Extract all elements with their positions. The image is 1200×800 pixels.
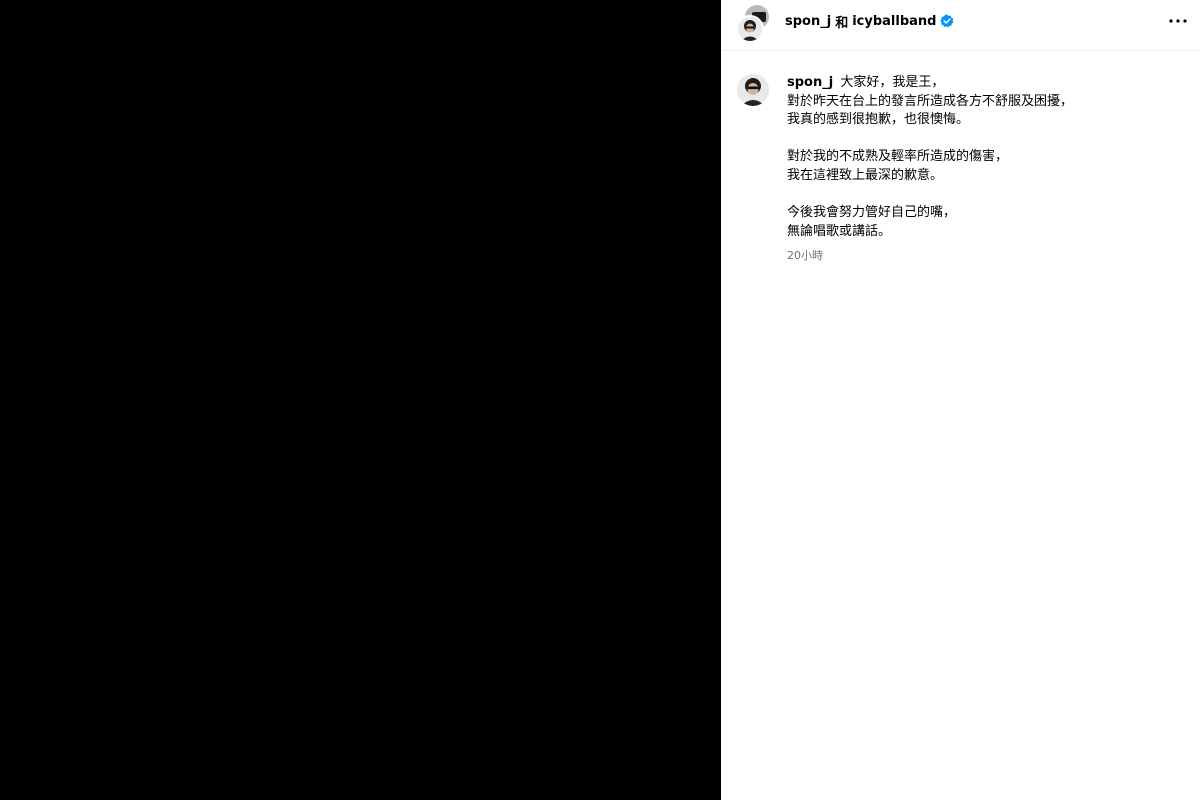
caption-author-username-link[interactable]: spon_j bbox=[787, 75, 833, 90]
caption-line: 無論唱歌或講話。 bbox=[787, 223, 892, 239]
post-media[interactable] bbox=[0, 0, 721, 800]
collaborator-avatars[interactable] bbox=[736, 5, 770, 43]
caption-author-avatar[interactable] bbox=[737, 74, 769, 106]
person-icon bbox=[737, 74, 769, 106]
caption-line: 我在這裡致上最深的歉意。 bbox=[787, 167, 944, 183]
caption-paragraph: 對於我的不成熟及輕率所造成的傷害， 我在這裡致上最深的歉意。 bbox=[787, 148, 1187, 185]
caption-line: 我真的感到很抱歉，也很懊悔。 bbox=[787, 112, 970, 128]
caption-body: spon_j 大家好，我是王， 對於昨天在台上的發言所造成各方不舒服及困擾， 我… bbox=[787, 74, 1187, 266]
author-username-link[interactable]: spon_j bbox=[785, 14, 831, 29]
caption-line: 對於昨天在台上的發言所造成各方不舒服及困擾， bbox=[787, 93, 1074, 109]
post-viewer: spon_j 和 icyballband spon_j 大家好，我是王， 對於昨… bbox=[0, 0, 1200, 800]
caption-paragraph: spon_j 大家好，我是王， 對於昨天在台上的發言所造成各方不舒服及困擾， 我… bbox=[787, 74, 1187, 130]
post-authors: spon_j 和 icyballband bbox=[785, 12, 954, 31]
author-avatar[interactable] bbox=[736, 15, 764, 43]
caption-line: 對於我的不成熟及輕率所造成的傷害， bbox=[787, 149, 1009, 165]
more-options-button[interactable] bbox=[1166, 11, 1190, 31]
caption-line: 今後我會努力管好自己的嘴， bbox=[787, 205, 957, 221]
more-horizontal-icon bbox=[1169, 19, 1187, 23]
collab-conjunction: 和 bbox=[835, 15, 849, 31]
post-timestamp[interactable]: 20小時 bbox=[787, 247, 1187, 266]
post-header: spon_j 和 icyballband bbox=[721, 0, 1200, 51]
verified-badge-icon bbox=[940, 14, 954, 28]
caption-paragraph: 今後我會努力管好自己的嘴， 無論唱歌或講話。 bbox=[787, 204, 1187, 241]
post-side-panel: spon_j 和 icyballband spon_j 大家好，我是王， 對於昨… bbox=[721, 0, 1200, 800]
caption-line: 大家好，我是王， bbox=[840, 75, 945, 90]
person-icon bbox=[738, 17, 762, 41]
collaborator-username-link[interactable]: icyballband bbox=[852, 14, 936, 29]
